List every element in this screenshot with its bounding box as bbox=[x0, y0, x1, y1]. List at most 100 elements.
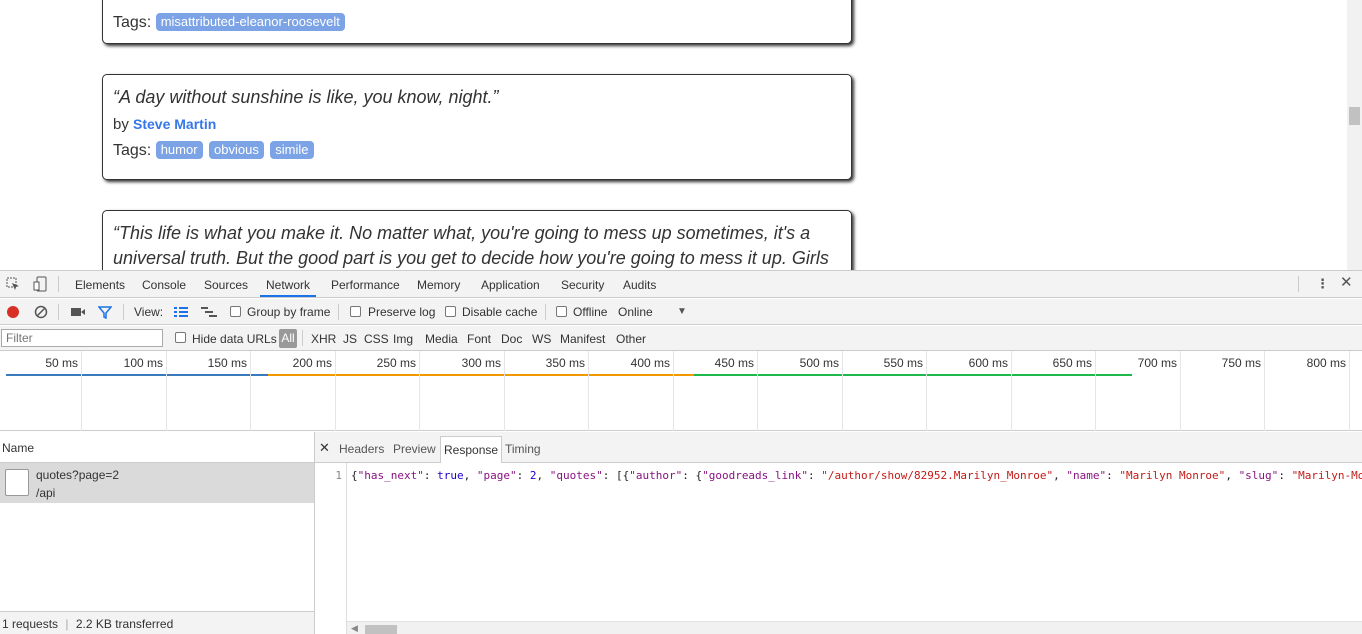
tab-response[interactable]: Response bbox=[440, 436, 503, 463]
chevron-down-icon[interactable]: ▼ bbox=[677, 305, 687, 319]
timeline-gridline bbox=[1180, 351, 1181, 431]
timeline-bar bbox=[6, 374, 268, 376]
line-number-gutter: 1 bbox=[315, 463, 347, 634]
timeline-gridline bbox=[166, 351, 167, 431]
tag-link-simile[interactable]: simile bbox=[270, 141, 314, 159]
timeline-gridline bbox=[757, 351, 758, 431]
tab-application[interactable]: Application bbox=[481, 278, 540, 292]
filter-input[interactable] bbox=[1, 329, 163, 347]
timeline-tick-label: 750 ms bbox=[1221, 356, 1261, 370]
tab-audits[interactable]: Audits bbox=[623, 278, 656, 292]
large-rows-icon[interactable] bbox=[174, 306, 188, 321]
json-token: : bbox=[516, 469, 530, 482]
preserve-log-checkbox[interactable] bbox=[350, 306, 361, 317]
hide-data-urls-checkbox[interactable] bbox=[175, 332, 186, 343]
page-viewport: Tags: misattributed-eleanor-roosevelt “A… bbox=[0, 0, 1362, 270]
json-token: , bbox=[536, 469, 550, 482]
tab-security[interactable]: Security bbox=[561, 278, 604, 292]
tab-performance[interactable]: Performance bbox=[331, 278, 400, 292]
group-by-frame-checkbox[interactable] bbox=[230, 306, 241, 317]
page-scrollbar[interactable] bbox=[1347, 0, 1362, 270]
tags-label: Tags: bbox=[113, 14, 152, 31]
tab-elements[interactable]: Elements bbox=[75, 278, 125, 292]
table-row[interactable]: quotes?page=2 /api bbox=[0, 463, 314, 503]
close-icon[interactable]: ✕ bbox=[1340, 275, 1353, 290]
json-token: : bbox=[1106, 469, 1120, 482]
network-toolbar: View: Group by frame Preserve log Disabl… bbox=[0, 299, 1362, 325]
tag-link-obvious[interactable]: obvious bbox=[209, 141, 264, 159]
status-bar: 1 requests | 2.2 KB transferred bbox=[0, 611, 314, 634]
timeline-tick-label: 300 ms bbox=[461, 356, 501, 370]
tab-preview[interactable]: Preview bbox=[393, 442, 436, 456]
horizontal-scrollbar[interactable]: ◀ bbox=[347, 621, 1362, 634]
tab-sources[interactable]: Sources bbox=[204, 278, 248, 292]
json-token: "goodreads_link" bbox=[702, 469, 809, 482]
group-by-frame-label: Group by frame bbox=[247, 305, 331, 319]
scrollbar-thumb[interactable] bbox=[1349, 107, 1360, 125]
filter-type-js[interactable]: JS bbox=[343, 332, 357, 346]
timeline-tick-label: 350 ms bbox=[545, 356, 585, 370]
timeline-gridline bbox=[842, 351, 843, 431]
transferred-size: 2.2 KB transferred bbox=[75, 617, 174, 631]
filter-type-doc[interactable]: Doc bbox=[501, 332, 522, 346]
timeline-tick-label: 550 ms bbox=[883, 356, 923, 370]
devtools-panel: Elements Console Sources Network Perform… bbox=[0, 270, 1362, 634]
quote-text: “A day without sunshine is like, you kno… bbox=[113, 87, 499, 107]
json-token: "Marilyn Monroe" bbox=[1119, 469, 1226, 482]
tab-network[interactable]: Network bbox=[266, 278, 310, 292]
scroll-left-icon[interactable]: ◀ bbox=[351, 623, 358, 634]
filter-type-css[interactable]: CSS bbox=[364, 332, 389, 346]
json-token: : { bbox=[682, 469, 703, 482]
throttling-select[interactable]: Online bbox=[618, 305, 653, 319]
filter-type-other[interactable]: Other bbox=[616, 332, 646, 346]
timeline-gridline bbox=[588, 351, 589, 431]
scrollbar-thumb[interactable] bbox=[365, 625, 397, 634]
name-column-header[interactable]: Name bbox=[0, 432, 314, 463]
filter-type-all[interactable]: All bbox=[279, 329, 297, 348]
filter-type-font[interactable]: Font bbox=[467, 332, 491, 346]
filter-type-ws[interactable]: WS bbox=[532, 332, 551, 346]
device-toolbar-icon[interactable] bbox=[33, 276, 47, 295]
json-token: "slug" bbox=[1238, 469, 1279, 482]
filter-bar: Hide data URLs All XHR JS CSS Img Media … bbox=[0, 326, 1362, 351]
timeline-tick-label: 450 ms bbox=[714, 356, 754, 370]
tab-console[interactable]: Console bbox=[142, 278, 186, 292]
filter-type-xhr[interactable]: XHR bbox=[311, 332, 336, 346]
tab-headers[interactable]: Headers bbox=[339, 442, 384, 456]
disable-cache-checkbox[interactable] bbox=[445, 306, 456, 317]
inspect-element-icon[interactable] bbox=[6, 277, 20, 294]
json-token: : [{ bbox=[602, 469, 630, 482]
tags-label: Tags: bbox=[113, 142, 152, 159]
request-detail: ✕ Headers Preview Response Timing 1 {"ha… bbox=[315, 432, 1362, 634]
record-icon[interactable] bbox=[6, 305, 20, 322]
json-token: "name" bbox=[1066, 469, 1107, 482]
filter-type-media[interactable]: Media bbox=[425, 332, 458, 346]
request-name: quotes?page=2 bbox=[36, 468, 120, 482]
json-token: true bbox=[437, 469, 464, 482]
filter-type-manifest[interactable]: Manifest bbox=[560, 332, 605, 346]
filter-icon[interactable] bbox=[97, 305, 113, 322]
close-icon[interactable]: ✕ bbox=[319, 440, 330, 456]
more-options-icon[interactable]: ⋮ bbox=[1316, 277, 1329, 291]
tag-link-humor[interactable]: humor bbox=[155, 141, 203, 159]
json-token: { bbox=[351, 469, 358, 482]
hide-data-urls-label: Hide data URLs bbox=[192, 332, 277, 346]
offline-checkbox[interactable] bbox=[556, 306, 567, 317]
timeline-tick-label: 250 ms bbox=[376, 356, 416, 370]
filter-type-img[interactable]: Img bbox=[393, 332, 413, 346]
json-token: : bbox=[808, 469, 822, 482]
clear-icon[interactable] bbox=[34, 305, 48, 322]
tag-link[interactable]: misattributed-eleanor-roosevelt bbox=[155, 13, 345, 31]
network-overview-timeline[interactable]: 50 ms 100 ms 150 ms 200 ms 250 ms 300 ms 350 m… bbox=[0, 351, 1362, 431]
preserve-log-label: Preserve log bbox=[368, 305, 436, 319]
devtools-tabbar: Elements Console Sources Network Perform… bbox=[0, 271, 1362, 298]
json-token: "has_next" bbox=[357, 469, 424, 482]
response-body[interactable]: {"has_next": true, "page": 2, "quotes": … bbox=[351, 469, 1362, 485]
tab-timing[interactable]: Timing bbox=[505, 442, 541, 456]
tab-memory[interactable]: Memory bbox=[417, 278, 460, 292]
screenshot-camera-icon[interactable] bbox=[70, 306, 86, 321]
author-link[interactable]: Steve Martin bbox=[133, 116, 216, 132]
waterfall-overview-icon[interactable] bbox=[201, 306, 217, 321]
json-token: "/author/show/82952.Marilyn_Monroe" bbox=[821, 469, 1054, 482]
timeline-tick-label: 700 ms bbox=[1137, 356, 1177, 370]
